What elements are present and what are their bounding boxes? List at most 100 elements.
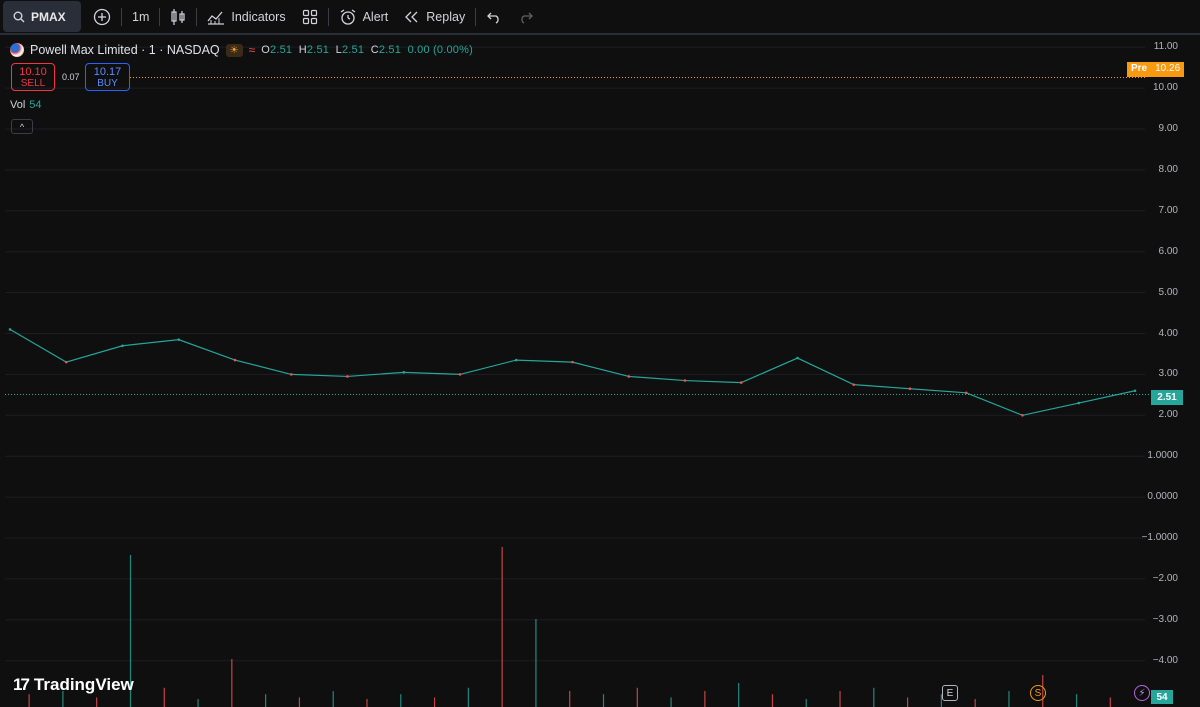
undo-button[interactable] [478, 3, 510, 31]
volume-bar [298, 697, 301, 707]
price-axis-label: −1.0000 [1141, 532, 1178, 544]
price-point [796, 356, 799, 360]
volume-bar [771, 694, 774, 707]
price-point [683, 379, 687, 382]
compare-button[interactable] [85, 3, 119, 31]
volume-bar [873, 687, 875, 707]
close-value: 2.51 [378, 44, 402, 56]
price-point [627, 375, 631, 378]
price-point [964, 391, 968, 395]
price-point [121, 344, 124, 348]
volume-bar [805, 699, 807, 707]
price-axis-label: 3.00 [1158, 368, 1178, 380]
replay-label: Replay [426, 9, 466, 24]
redo-button[interactable] [510, 3, 542, 31]
search-icon [13, 11, 25, 22]
indicators-button[interactable]: Indicators [199, 3, 293, 31]
sell-price: 10.10 [19, 66, 47, 78]
price-point [852, 383, 856, 386]
price-axis-label: −2.00 [1152, 572, 1178, 584]
collapse-button[interactable]: ^ [11, 119, 33, 134]
price-axis-label: 6.00 [1158, 245, 1178, 257]
price-axis-label: 1.0000 [1147, 450, 1178, 462]
volume-bar [197, 699, 199, 707]
layouts-button[interactable] [294, 3, 326, 31]
indicators-icon [207, 11, 225, 25]
volume-bar [163, 687, 165, 707]
volume-bar [332, 691, 334, 707]
buy-button[interactable]: 10.17 BUY [85, 63, 130, 91]
price-point [402, 371, 406, 374]
interval-button[interactable]: 1m [124, 3, 157, 31]
lightning-icon[interactable]: ⚡ [1134, 685, 1150, 701]
volume-bar [907, 697, 909, 707]
price-axis-label: 5.00 [1158, 286, 1178, 298]
price-point [514, 358, 518, 362]
rewind-icon [405, 11, 418, 22]
price-axis-label: −4.00 [1152, 654, 1178, 666]
volume-value: 54 [29, 99, 42, 111]
low-value: 2.51 [341, 44, 365, 56]
chart-legend: Powell Max Limited · 1 · NASDAQ ☀ ≈ O2.5… [10, 43, 473, 57]
volume-bar [1075, 694, 1078, 707]
volume-bar [467, 687, 469, 707]
split-event-icon[interactable]: S [1030, 685, 1046, 701]
price-point [739, 381, 743, 384]
ohlc-values: O2.51 H2.51 L2.51 C2.51 0.00 (0.00%) [261, 44, 473, 56]
volume-bar [974, 699, 976, 707]
redo-icon [521, 12, 534, 24]
chart-area[interactable]: Powell Max Limited · 1 · NASDAQ ☀ ≈ O2.5… [0, 37, 1200, 707]
price-axis-label: 9.00 [1158, 122, 1178, 134]
volume-bar [670, 697, 672, 707]
replay-button[interactable]: Replay [396, 3, 473, 31]
price-series-line [9, 328, 1136, 416]
volume-bar [366, 699, 368, 707]
premarket-value: 10.26 [1151, 62, 1185, 77]
volume-bar [1109, 697, 1111, 707]
price-axis-label: 4.00 [1158, 327, 1178, 339]
divider [475, 7, 477, 26]
volume-bar [535, 619, 537, 707]
alert-button[interactable]: Alert [331, 3, 397, 31]
tradingview-logo[interactable]: 17 TradingView [13, 675, 134, 695]
volume-bar [231, 659, 233, 707]
price-point [8, 328, 12, 331]
undo-icon [487, 12, 499, 24]
premarket-label: Pre [1127, 62, 1152, 77]
price-point [233, 358, 237, 362]
volume-legend: Vol 54 [10, 99, 42, 111]
interval-label: 1m [132, 9, 150, 24]
price-point [908, 387, 912, 391]
us-flag-icon [10, 43, 24, 57]
chart-type-button[interactable] [162, 3, 194, 31]
price-axis-label: 7.00 [1158, 204, 1178, 216]
indicators-label: Indicators [231, 9, 286, 24]
sun-icon: ☀ [225, 43, 243, 57]
tradingview-logo-icon: 17 [13, 675, 30, 694]
volume-label: Vol [10, 99, 26, 111]
toolbar: PMAX 1m Indicators Alert Replay [0, 0, 1200, 35]
volume-bar [96, 697, 98, 707]
symbol-search[interactable]: PMAX [3, 1, 81, 32]
chevron-up-icon: ^ [19, 121, 25, 132]
price-point [571, 360, 574, 364]
volume-bar [501, 547, 503, 707]
price-point [1133, 389, 1137, 393]
price-point [177, 338, 181, 341]
volume-bar [1008, 691, 1010, 707]
price-axis-label: 8.00 [1158, 163, 1178, 175]
close-key: C [370, 44, 379, 56]
volume-bar [433, 697, 436, 707]
divider [327, 7, 329, 26]
price-chart[interactable] [0, 37, 1200, 707]
last-price-tag: 2.51 [1151, 390, 1183, 405]
chart-title[interactable]: Powell Max Limited · 1 · NASDAQ [30, 43, 220, 57]
price-point [1077, 401, 1081, 405]
candlestick-icon [171, 8, 185, 25]
sell-button[interactable]: 10.10 SELL [11, 63, 55, 91]
earnings-event-icon[interactable]: E [942, 685, 958, 701]
price-axis-label: 11.00 [1153, 41, 1178, 53]
volume-bar [839, 691, 841, 707]
volume-bar [400, 694, 402, 707]
volume-bar [738, 683, 740, 707]
